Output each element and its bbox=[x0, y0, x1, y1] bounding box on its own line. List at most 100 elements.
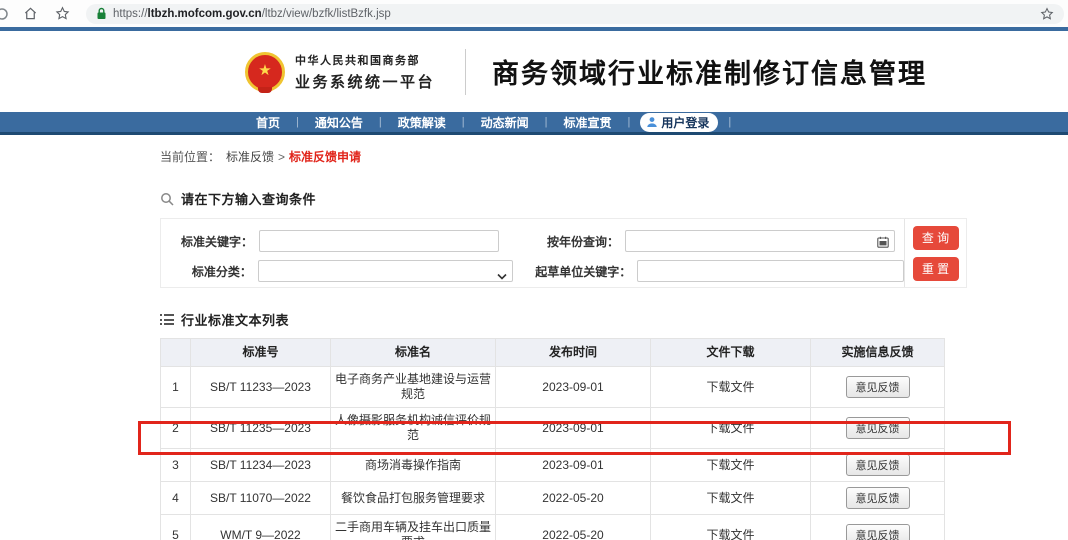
search-section-title: 请在下方输入查询条件 bbox=[160, 189, 1068, 208]
nav-item-news[interactable]: 动态新闻 bbox=[475, 114, 535, 131]
feedback-cell: 意见反馈 bbox=[811, 408, 945, 449]
standard-name: 人像摄影服务机构诚信评价规范 bbox=[331, 408, 496, 449]
list-section-title: 行业标准文本列表 bbox=[160, 310, 1068, 329]
download-cell: 下载文件 bbox=[651, 449, 811, 482]
feedback-button[interactable]: 意见反馈 bbox=[846, 487, 910, 509]
keyword-label: 标准关键字： bbox=[161, 233, 253, 250]
table-row: 5 WM/T 9—2022 二手商用车辆及挂车出口质量要求 2022-05-20… bbox=[161, 515, 945, 540]
nav-item-policy[interactable]: 政策解读 bbox=[392, 114, 452, 131]
standard-keyword-input[interactable] bbox=[259, 230, 499, 252]
standard-code: SB/T 11233—2023 bbox=[191, 367, 331, 408]
clipped-extension-icon bbox=[0, 4, 12, 24]
chevron-down-icon bbox=[497, 267, 507, 285]
main-nav: 首页 | 通知公告 | 政策解读 | 动态新闻 | 标准宣贯 | 用户登录 | bbox=[0, 112, 1068, 135]
feedback-button[interactable]: 意见反馈 bbox=[846, 417, 910, 439]
address-bar[interactable]: https://ltbzh.mofcom.gov.cn/ltbz/view/bz… bbox=[86, 4, 1064, 24]
header-date: 发布时间 bbox=[496, 339, 651, 367]
table-header-row: 标准号 标准名 发布时间 文件下载 实施信息反馈 bbox=[161, 339, 945, 367]
standard-code: SB/T 11235—2023 bbox=[191, 408, 331, 449]
download-link[interactable]: 下载文件 bbox=[706, 458, 754, 472]
download-cell: 下载文件 bbox=[651, 408, 811, 449]
platform-name: 业务系统统一平台 bbox=[295, 71, 435, 92]
standard-code: SB/T 11070—2022 bbox=[191, 482, 331, 515]
breadcrumb-section[interactable]: 标准反馈 bbox=[226, 150, 274, 164]
standards-table: 标准号 标准名 发布时间 文件下载 实施信息反馈 1 SB/T 11233—20… bbox=[160, 338, 945, 540]
nav-separator: | bbox=[452, 116, 475, 128]
search-buttons: 查 询 重 置 bbox=[904, 219, 966, 287]
nav-separator: | bbox=[535, 116, 558, 128]
reset-button[interactable]: 重 置 bbox=[913, 257, 959, 281]
breadcrumb-prefix: 当前位置： bbox=[160, 150, 220, 164]
header-name: 标准名 bbox=[331, 339, 496, 367]
year-label: 按年份查询： bbox=[499, 233, 619, 250]
calendar-icon[interactable] bbox=[877, 235, 889, 253]
nav-item-notices[interactable]: 通知公告 bbox=[309, 114, 369, 131]
site-header: ★ 中华人民共和国商务部 业务系统统一平台 商务领域行业标准制修订信息管理 bbox=[0, 31, 1068, 112]
page-title: 商务领域行业标准制修订信息管理 bbox=[492, 52, 927, 91]
year-query-input[interactable] bbox=[625, 230, 895, 252]
home-icon[interactable] bbox=[20, 4, 40, 24]
search-section-label: 请在下方输入查询条件 bbox=[181, 189, 316, 208]
breadcrumb-separator: > bbox=[278, 150, 285, 164]
standard-name: 电子商务产业基地建设与运营规范 bbox=[331, 367, 496, 408]
header-download: 文件下载 bbox=[651, 339, 811, 367]
drafting-org-input[interactable] bbox=[637, 260, 904, 282]
download-link[interactable]: 下载文件 bbox=[706, 380, 754, 394]
header-code: 标准号 bbox=[191, 339, 331, 367]
download-cell: 下载文件 bbox=[651, 482, 811, 515]
publish-date: 2022-05-20 bbox=[496, 482, 651, 515]
ministry-name: 中华人民共和国商务部 bbox=[295, 52, 435, 68]
publish-date: 2023-09-01 bbox=[496, 449, 651, 482]
table-row: 4 SB/T 11070—2022 餐饮食品打包服务管理要求 2022-05-2… bbox=[161, 482, 945, 515]
bookmark-star-icon[interactable] bbox=[1040, 7, 1054, 21]
publish-date: 2023-09-01 bbox=[496, 367, 651, 408]
user-icon bbox=[646, 116, 658, 128]
nav-item-home[interactable]: 首页 bbox=[250, 114, 286, 131]
row-number: 5 bbox=[161, 515, 191, 540]
feedback-button[interactable]: 意见反馈 bbox=[846, 376, 910, 398]
row-number: 2 bbox=[161, 408, 191, 449]
standard-code: SB/T 11234—2023 bbox=[191, 449, 331, 482]
download-link[interactable]: 下载文件 bbox=[706, 491, 754, 505]
feedback-cell: 意见反馈 bbox=[811, 367, 945, 408]
list-icon bbox=[160, 314, 174, 325]
nav-item-promotion[interactable]: 标准宣贯 bbox=[558, 114, 618, 131]
download-link[interactable]: 下载文件 bbox=[706, 421, 754, 435]
drafting-org-label: 起草单位关键字： bbox=[513, 263, 631, 280]
category-select[interactable] bbox=[258, 260, 513, 282]
feedback-cell: 意见反馈 bbox=[811, 482, 945, 515]
table-row: 1 SB/T 11233—2023 电子商务产业基地建设与运营规范 2023-0… bbox=[161, 367, 945, 408]
padlock-icon bbox=[96, 7, 107, 20]
standard-name: 二手商用车辆及挂车出口质量要求 bbox=[331, 515, 496, 540]
feedback-button[interactable]: 意见反馈 bbox=[846, 524, 910, 540]
url-text: https://ltbzh.mofcom.gov.cn/ltbz/view/bz… bbox=[113, 8, 391, 20]
table-row: 2 SB/T 11235—2023 人像摄影服务机构诚信评价规范 2023-09… bbox=[161, 408, 945, 449]
standard-name: 餐饮食品打包服务管理要求 bbox=[331, 482, 496, 515]
download-cell: 下载文件 bbox=[651, 515, 811, 540]
feedback-cell: 意见反馈 bbox=[811, 515, 945, 540]
search-panel: 标准关键字： 按年份查询： 标准分类： 起草单位关 bbox=[160, 218, 967, 288]
row-number: 3 bbox=[161, 449, 191, 482]
page: https://ltbzh.mofcom.gov.cn/ltbz/view/bz… bbox=[0, 0, 1068, 540]
favorites-star-icon[interactable] bbox=[52, 4, 72, 24]
breadcrumb: 当前位置：标准反馈>标准反馈申请 bbox=[160, 148, 1068, 165]
search-icon bbox=[160, 192, 174, 206]
nav-separator: | bbox=[618, 116, 641, 128]
user-login-button[interactable]: 用户登录 bbox=[640, 113, 718, 132]
publish-date: 2022-05-20 bbox=[496, 515, 651, 540]
feedback-button[interactable]: 意见反馈 bbox=[846, 454, 910, 476]
platform-brand: 中华人民共和国商务部 业务系统统一平台 bbox=[295, 52, 435, 92]
header-feedback: 实施信息反馈 bbox=[811, 339, 945, 367]
header-divider bbox=[465, 49, 466, 95]
table-row-highlighted: 3 SB/T 11234—2023 商场消毒操作指南 2023-09-01 下载… bbox=[161, 449, 945, 482]
category-label: 标准分类： bbox=[161, 263, 252, 280]
nav-separator: | bbox=[718, 116, 741, 128]
header-no bbox=[161, 339, 191, 367]
nav-separator: | bbox=[286, 116, 309, 128]
standard-code: WM/T 9—2022 bbox=[191, 515, 331, 540]
national-emblem-logo: ★ bbox=[245, 52, 285, 92]
query-button[interactable]: 查 询 bbox=[913, 226, 959, 250]
standards-table-wrap: 标准号 标准名 发布时间 文件下载 实施信息反馈 1 SB/T 11233—20… bbox=[160, 338, 944, 540]
publish-date: 2023-09-01 bbox=[496, 408, 651, 449]
download-link[interactable]: 下载文件 bbox=[706, 528, 754, 540]
